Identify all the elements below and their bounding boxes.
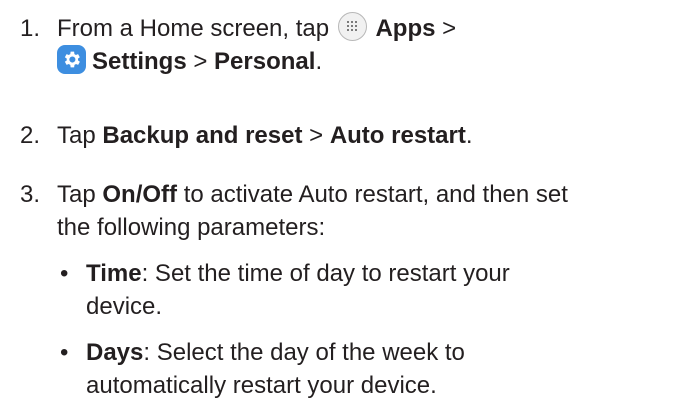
settings-label: Settings — [92, 48, 187, 75]
period: . — [315, 48, 323, 75]
step-number: 3. — [20, 181, 41, 208]
bullet-marker: • — [60, 260, 69, 287]
step-number: 2. — [20, 122, 41, 149]
step-3-line1: to activate Auto restart, and then set — [183, 181, 568, 208]
separator: > — [193, 48, 208, 75]
settings-gear-icon — [57, 45, 86, 74]
step-3-prefix: Tap — [57, 181, 96, 208]
days-line2: automatically restart your device. — [86, 372, 437, 399]
separator: > — [442, 15, 457, 42]
step-3-line2: the following parameters: — [57, 214, 326, 241]
auto-restart-label: Auto restart — [329, 122, 466, 149]
separator: > — [309, 122, 324, 149]
on-off-label: On/Off — [102, 181, 178, 208]
step-2-text: Tap Backup and reset > Auto restart. — [57, 119, 677, 152]
step-number: 1. — [20, 15, 41, 42]
apps-grid-icon — [337, 12, 367, 41]
time-term: Time — [86, 260, 142, 287]
bullet-days-text: Days: Select the day of the week to auto… — [86, 336, 676, 402]
time-line1: : Set the time of day to restart your — [141, 260, 510, 287]
apps-label: Apps — [375, 15, 436, 42]
time-line2: device. — [86, 293, 163, 320]
step-3-text: Tap On/Off to activate Auto restart, and… — [57, 178, 677, 244]
step-1-prefix: From a Home screen, tap — [57, 15, 330, 42]
backup-and-reset-label: Backup and reset — [102, 122, 303, 149]
step-2-prefix: Tap — [57, 122, 96, 149]
bullet-marker: • — [60, 339, 69, 366]
period: . — [465, 122, 473, 149]
personal-label: Personal — [214, 48, 316, 75]
days-term: Days — [86, 339, 144, 366]
bullet-time-text: Time: Set the time of day to restart you… — [86, 257, 676, 323]
step-1-text: From a Home screen, tap Apps > Settings … — [57, 12, 677, 78]
days-line1: : Select the day of the week to — [143, 339, 465, 366]
